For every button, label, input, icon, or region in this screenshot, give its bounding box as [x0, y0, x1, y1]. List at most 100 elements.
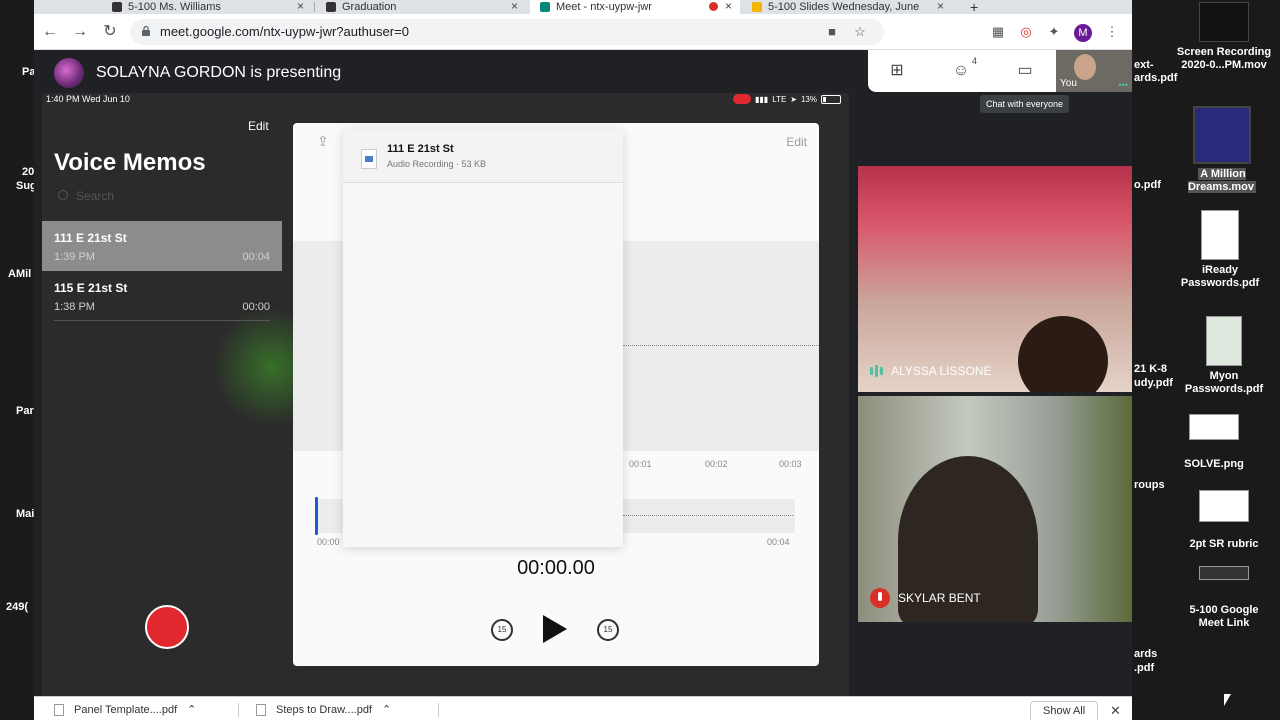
share-icon[interactable]: ⇪ [317, 133, 331, 149]
battery-icon [821, 94, 841, 104]
participant-video [1018, 316, 1108, 392]
desktop-file-myon-passwords[interactable]: Myon Passwords.pdf [1176, 316, 1272, 396]
participant-tile-skylar[interactable]: SKYLAR BENT [858, 396, 1132, 622]
pdf-file-icon [54, 703, 64, 716]
presenter-text: SOLAYNA GORDON is presenting [96, 64, 342, 81]
desktop-label: 20 [22, 166, 35, 178]
share-sheet-header: 111 E 21st St Audio Recording · 53 KB [343, 129, 623, 183]
url-text: meet.google.com/ntx-uypw-jwr?authuser=0 [160, 24, 409, 39]
chevron-up-icon[interactable]: ⌃ [187, 703, 196, 716]
people-count: 4 [972, 56, 978, 66]
speaking-indicator-icon [870, 365, 883, 377]
recording-indicator-icon [732, 94, 751, 104]
forward-arrow-icon[interactable]: → [70, 22, 90, 42]
chat-icon[interactable]: ▭ [1014, 60, 1036, 82]
desktop-right-strip: Screen Recording 2020-0...PM.mov A Milli… [1132, 0, 1280, 720]
playhead-handle[interactable] [315, 497, 318, 535]
extension-grid-icon[interactable]: ▦ [990, 24, 1006, 40]
pdf-file-icon [256, 703, 266, 716]
pdf-file-icon [1206, 316, 1242, 366]
detail-edit-button[interactable]: Edit [786, 135, 807, 149]
desktop-label: ards [1134, 648, 1158, 660]
lock-icon [142, 26, 150, 36]
scrubber-waveform [623, 515, 793, 516]
mouse-cursor-icon [1224, 694, 1231, 706]
tab-meet[interactable]: Meet - ntx-uypw-jwr × [530, 0, 740, 14]
link-file-icon [1199, 566, 1249, 580]
desktop-label: roups [1134, 479, 1165, 491]
camera-icon[interactable]: ■ [824, 24, 840, 40]
profile-avatar[interactable]: M [1074, 24, 1092, 42]
tab-ms-williams[interactable]: 5-100 Ms. Williams × [102, 0, 312, 14]
desktop-file-a-million-dreams[interactable]: A Million Dreams.mov [1174, 106, 1270, 194]
skip-back-15-icon[interactable]: 15 [491, 619, 513, 641]
bookmark-star-icon[interactable]: ☆ [852, 24, 868, 40]
presenter-avatar [54, 58, 84, 88]
network-label: LTE [772, 94, 787, 104]
presenter-bar: SOLAYNA GORDON is presenting [54, 58, 341, 88]
record-button[interactable] [145, 605, 189, 649]
layout-grid-icon[interactable]: ⊞ [886, 60, 908, 82]
scrub-end-time: 00:04 [767, 537, 790, 547]
desktop-file-meet-link[interactable]: 5-100 Google Meet Link [1176, 566, 1272, 630]
desktop-file-screen-recording[interactable]: Screen Recording 2020-0...PM.mov [1176, 2, 1272, 72]
desktop-file-2pt-sr-rubric[interactable]: 2pt SR rubric [1176, 490, 1272, 551]
participant-name: ALYSSA LISSONE [891, 364, 992, 378]
desktop-label: ards.pdf [1134, 72, 1178, 84]
desktop-label: .pdf [1134, 662, 1155, 674]
close-icon[interactable]: × [511, 0, 518, 12]
people-icon[interactable]: ☺ [950, 60, 972, 82]
share-file-meta: Audio Recording · 53 KB [387, 159, 487, 169]
play-button[interactable] [543, 615, 567, 643]
more-menu-icon[interactable]: ⋮ [1104, 24, 1120, 40]
self-view-tile[interactable]: You ••• [1056, 50, 1132, 92]
search-input[interactable]: Search [54, 185, 274, 207]
show-all-button[interactable]: Show All [1030, 701, 1099, 720]
extension-icon[interactable]: ◎ [1018, 24, 1034, 40]
desktop-file-solve[interactable]: SOLVE.png [1166, 414, 1262, 471]
puzzle-icon[interactable]: ✦ [1046, 24, 1062, 40]
more-dots-icon[interactable]: ••• [1119, 80, 1128, 90]
meet-stage: SOLAYNA GORDON is presenting ⊞ ☺ 4 ▭ You… [34, 50, 1132, 696]
share-sheet: 111 E 21st St Audio Recording · 53 KB [343, 129, 623, 547]
current-time: 00:00.00 [517, 557, 595, 579]
video-thumbnail-icon [1193, 106, 1251, 164]
desktop-label: Mai [16, 508, 35, 520]
desktop-label: o.pdf [1134, 179, 1161, 191]
sidebar-edit-button[interactable]: Edit [248, 119, 269, 133]
back-arrow-icon[interactable]: ← [40, 22, 60, 42]
desktop-label: Par [16, 405, 34, 417]
address-bar[interactable]: meet.google.com/ntx-uypw-jwr?authuser=0 … [130, 19, 884, 45]
close-icon[interactable]: ✕ [1110, 703, 1121, 719]
participant-name: SKYLAR BENT [898, 591, 981, 605]
desktop-file-iready-passwords[interactable]: iReady Passwords.pdf [1172, 210, 1268, 290]
close-icon[interactable]: × [725, 0, 732, 12]
scrub-start-time: 00:00 [317, 537, 340, 547]
download-item[interactable]: Steps to Draw....pdf ⌃ [256, 703, 391, 716]
skip-forward-15-icon[interactable]: 15 [597, 619, 619, 641]
participant-tile-alyssa[interactable]: ALYSSA LISSONE [858, 166, 1132, 392]
time-tick: 00:02 [705, 459, 728, 469]
recording-dot-icon [709, 2, 718, 11]
browser-toolbar: ← → ↻ meet.google.com/ntx-uypw-jwr?authu… [34, 14, 1132, 50]
time-tick: 00:01 [629, 459, 652, 469]
memo-row[interactable]: 115 E 21st St 1:38 PM 00:00 [42, 271, 282, 321]
video-thumbnail-icon [1199, 2, 1249, 42]
desktop-label: ext- [1134, 59, 1154, 71]
tab-graduation[interactable]: Graduation × [316, 0, 526, 14]
reload-icon[interactable]: ↻ [100, 22, 120, 42]
download-item[interactable]: Panel Template....pdf ⌃ [54, 703, 196, 716]
close-icon[interactable]: × [937, 0, 944, 12]
classroom-icon [112, 2, 122, 12]
share-file-name: 111 E 21st St [387, 143, 454, 155]
mic-muted-icon [870, 588, 890, 608]
pdf-file-icon [1201, 210, 1239, 260]
chevron-up-icon[interactable]: ⌃ [382, 703, 391, 716]
tab-slides[interactable]: 5-100 Slides Wednesday, June × [742, 0, 952, 14]
classroom-icon [326, 2, 336, 12]
memo-row[interactable]: 111 E 21st St 1:39 PM 00:04 [42, 221, 282, 271]
new-tab-button[interactable]: + [960, 0, 990, 15]
voice-memos-sidebar: Edit Voice Memos Search 111 E 21st St 1:… [42, 107, 332, 696]
close-icon[interactable]: × [297, 0, 304, 12]
meet-top-controls: ⊞ ☺ 4 ▭ [868, 50, 1058, 92]
